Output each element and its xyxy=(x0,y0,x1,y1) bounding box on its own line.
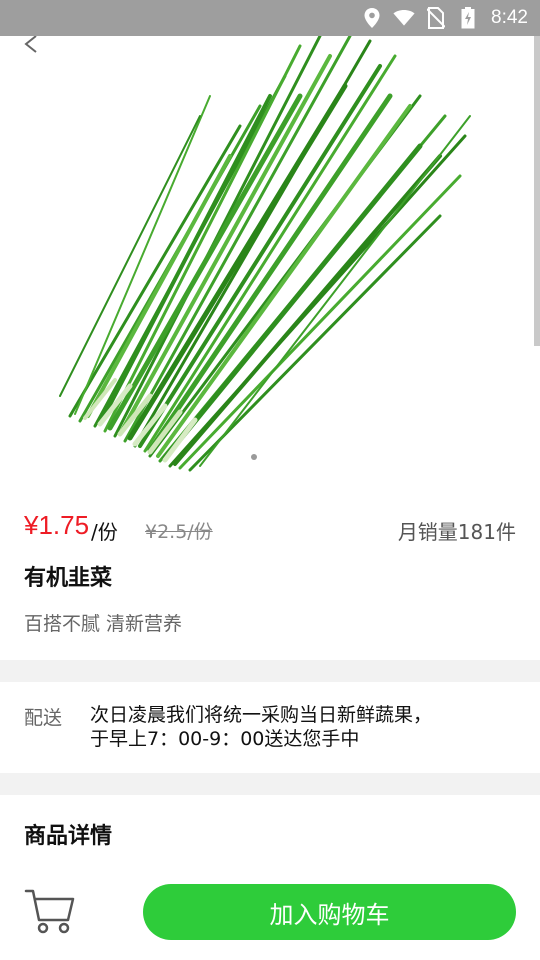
wifi-icon xyxy=(393,7,415,29)
delivery-description: 次日凌晨我们将统一采购当日新鲜蔬果， 于早上7：00-9：00送达您手中 xyxy=(90,703,490,751)
chives-image xyxy=(59,36,471,472)
location-icon xyxy=(361,7,383,29)
scrollbar[interactable] xyxy=(534,36,540,346)
battery-charging-icon xyxy=(457,7,479,29)
carousel-dot[interactable] xyxy=(251,454,257,460)
delivery-line-1: 次日凌晨我们将统一采购当日新鲜蔬果， xyxy=(90,704,433,726)
delivery-line-2: 于早上7：00-9：00送达您手中 xyxy=(90,728,360,750)
section-divider xyxy=(0,660,540,682)
status-bar: 8:42 xyxy=(0,0,540,36)
delivery-label: 配送 xyxy=(24,707,63,729)
no-sim-icon xyxy=(425,7,447,29)
product-image-carousel[interactable] xyxy=(0,36,540,476)
shopping-cart-icon[interactable] xyxy=(24,888,76,934)
current-price: ¥1.75 xyxy=(24,510,90,540)
product-details-title: 商品详情 xyxy=(24,824,113,849)
add-to-cart-button[interactable]: 加入购物车 xyxy=(143,884,516,940)
product-title: 有机韭菜 xyxy=(24,566,113,591)
price-unit: /份 xyxy=(91,520,118,544)
original-price: ¥2.5/份 xyxy=(145,521,213,543)
status-time: 8:42 xyxy=(491,7,528,28)
back-arrow-icon[interactable] xyxy=(18,36,48,54)
section-divider xyxy=(0,773,540,795)
product-tagline: 百搭不腻 清新营养 xyxy=(24,613,183,635)
monthly-sales: 月销量181件 xyxy=(397,520,516,544)
price-row: ¥1.75 /份 ¥2.5/份 月销量181件 xyxy=(24,508,516,548)
